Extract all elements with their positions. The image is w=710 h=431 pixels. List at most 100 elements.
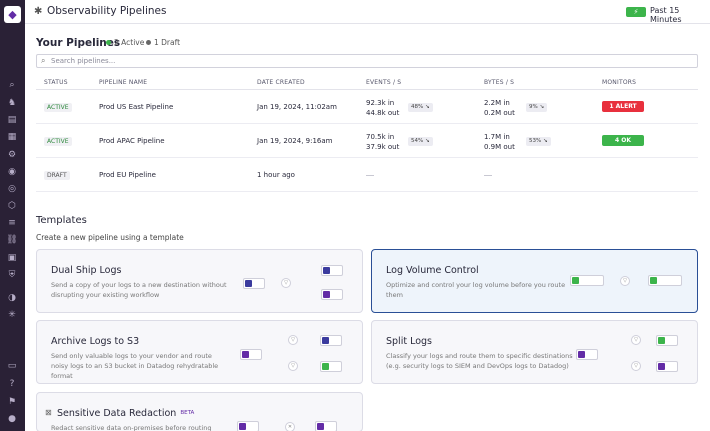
column-date[interactable]: DATE CREATED	[257, 79, 305, 86]
column-bytes[interactable]: BYTES / S	[484, 79, 514, 86]
events-in: 92.3k in	[366, 99, 395, 107]
source-node	[243, 278, 265, 289]
monitor-alert-badge[interactable]: 1 ALERT	[602, 101, 644, 112]
active-count-badge: 2 Active	[106, 38, 144, 47]
column-status[interactable]: STATUS	[44, 79, 68, 86]
template-card-dual-ship[interactable]: Dual Ship Logs Send a copy of your logs …	[36, 249, 363, 313]
destination-node	[656, 361, 678, 372]
pipeline-diagram: ▽	[243, 264, 353, 304]
column-name[interactable]: PIPELINE NAME	[99, 79, 147, 86]
events-empty	[366, 175, 374, 176]
destination-node	[321, 289, 343, 300]
source-icon	[572, 277, 579, 284]
source-icon	[245, 280, 252, 287]
topbar: ✱ Observability Pipelines ⚡ Past 15 Minu…	[25, 0, 710, 24]
destination-node	[656, 335, 678, 346]
integrations-nav-icon[interactable]: ⬡	[6, 200, 18, 212]
destination-node	[315, 421, 337, 431]
pipeline-name[interactable]: Prod US East Pipeline	[99, 103, 173, 111]
search-icon: ⌕	[41, 56, 46, 65]
processor-icon: ▽	[288, 361, 298, 371]
pipelines-menu-icon[interactable]: ✱	[34, 6, 42, 17]
chat-nav-icon[interactable]: ▭	[6, 360, 18, 372]
trend-down-icon: ↘	[424, 104, 430, 110]
destination-icon	[322, 363, 329, 370]
template-card-sensitive-data[interactable]: ⊠ Sensitive Data Redaction BETA Redact se…	[36, 392, 363, 431]
templates-subtitle: Create a new pipeline using a template	[36, 233, 184, 242]
table-row[interactable]: ACTIVE Prod APAC Pipeline Jan 19, 2024, …	[36, 125, 698, 158]
datadog-logo-icon[interactable]: ◆	[4, 6, 21, 23]
draft-count-badge: 1 Draft	[146, 38, 180, 47]
destination-node	[648, 275, 682, 286]
table-row[interactable]: ACTIVE Prod US East Pipeline Jan 19, 202…	[36, 91, 698, 124]
date-created: Jan 19, 2024, 9:16am	[257, 137, 333, 145]
infrastructure-nav-icon[interactable]: ⚙	[6, 149, 18, 161]
template-card-log-volume[interactable]: Log Volume Control Optimize and control …	[371, 249, 698, 313]
source-node	[576, 349, 598, 360]
beta-badge: BETA	[180, 410, 195, 416]
pipelines-nav-icon[interactable]: ⛓	[6, 234, 18, 246]
destination-icon	[658, 363, 665, 370]
events-out: 44.8k out	[366, 109, 400, 117]
template-card-archive-s3[interactable]: Archive Logs to S3 Send only valuable lo…	[36, 320, 363, 384]
monitors-nav-icon[interactable]: ◉	[6, 166, 18, 178]
templates-heading: Templates	[36, 215, 87, 226]
live-indicator-icon[interactable]: ⚡	[626, 7, 646, 17]
column-monitors[interactable]: MONITORS	[602, 79, 636, 86]
column-events[interactable]: EVENTS / S	[366, 79, 401, 86]
trend-down-icon: ↘	[539, 104, 545, 110]
synthetics-nav-icon[interactable]: ◑	[6, 292, 18, 304]
events-reduction-badge: 54% ↘	[408, 137, 433, 146]
search-field[interactable]: ⌕	[36, 54, 698, 68]
bytes-out: 0.2M out	[484, 109, 515, 117]
destination-icon	[658, 337, 665, 344]
date-created: Jan 19, 2024, 11:02am	[257, 103, 337, 111]
card-title: Archive Logs to S3	[51, 336, 140, 347]
watchdog-nav-icon[interactable]: ♞	[6, 97, 18, 109]
source-icon	[239, 423, 246, 430]
source-node	[237, 421, 259, 431]
pipeline-diagram: ✕	[237, 419, 337, 431]
search-nav-icon[interactable]: ⌕	[6, 79, 18, 91]
processor-icon: ▽	[288, 335, 298, 345]
notifications-nav-icon[interactable]: ⚑	[6, 396, 18, 408]
time-range-selector[interactable]: Past 15 Minutes	[650, 6, 710, 24]
events-nav-icon[interactable]: ▤	[6, 114, 18, 126]
security-nav-icon[interactable]: ⛨	[6, 269, 18, 281]
destination-icon	[323, 291, 330, 298]
processor-icon: ▽	[631, 361, 641, 371]
pipeline-diagram: ▽ ▽	[240, 331, 355, 377]
bytes-empty	[484, 175, 492, 176]
pipeline-name[interactable]: Prod EU Pipeline	[99, 171, 156, 179]
destination-node	[320, 335, 342, 346]
user-nav-icon[interactable]: ●	[6, 413, 18, 425]
card-title: ⊠ Sensitive Data Redaction BETA	[45, 408, 195, 419]
source-node	[570, 275, 604, 286]
pipeline-diagram: ▽ ▽	[576, 331, 688, 377]
date-created: 1 hour ago	[257, 171, 295, 179]
help-nav-icon[interactable]: ?	[6, 378, 18, 390]
redaction-icon: ⊠	[45, 408, 52, 417]
bytes-in: 1.7M in	[484, 133, 510, 141]
table-row[interactable]: DRAFT Prod EU Pipeline 1 hour ago	[36, 159, 698, 192]
card-description: Optimize and control your log volume bef…	[386, 281, 566, 299]
processor-icon: ▽	[620, 276, 630, 286]
bytes-out: 0.9M out	[484, 143, 515, 151]
template-card-split-logs[interactable]: Split Logs Classify your logs and route …	[371, 320, 698, 384]
trend-down-icon: ↘	[542, 138, 548, 144]
dashboards-nav-icon[interactable]: ▦	[6, 131, 18, 143]
apm-nav-icon[interactable]: ◎	[6, 183, 18, 195]
logs-nav-icon[interactable]: ≡	[6, 217, 18, 229]
search-input[interactable]	[51, 56, 651, 66]
source-icon	[242, 351, 249, 358]
monitor-ok-badge[interactable]: 4 OK	[602, 135, 644, 146]
sidebar: ◆ ⌕ ♞ ▤ ▦ ⚙ ◉ ◎ ⬡ ≡ ⛓ ▣ ⛨ ◑ ✳ ▭ ? ⚑ ●	[0, 0, 25, 431]
destination-node	[321, 265, 343, 276]
settings-nav-icon[interactable]: ✳	[6, 309, 18, 321]
table-header: STATUS PIPELINE NAME DATE CREATED EVENTS…	[36, 76, 698, 90]
page-title: Observability Pipelines	[47, 5, 167, 17]
pipeline-name[interactable]: Prod APAC Pipeline	[99, 137, 165, 145]
source-node	[240, 349, 262, 360]
notebooks-nav-icon[interactable]: ▣	[6, 252, 18, 264]
processor-icon: ▽	[631, 335, 641, 345]
